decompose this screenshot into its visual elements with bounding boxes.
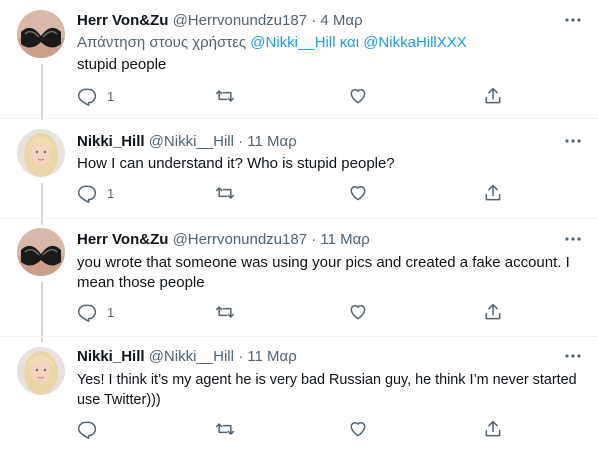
reply-button[interactable]: 1: [77, 183, 114, 203]
author-handle[interactable]: @Herrvonundzu187: [173, 231, 307, 248]
separator-dot: ·: [311, 231, 317, 248]
author-name[interactable]: Herr Von&Zu: [77, 12, 168, 29]
tweet-text-line: mean those people: [77, 274, 205, 291]
tweet-header: Nikki_Hill @Nikki__Hill · 11 Μαρ: [77, 347, 297, 367]
like-icon: [348, 419, 368, 439]
like-button[interactable]: [348, 419, 368, 439]
retweet-button[interactable]: [215, 419, 235, 439]
reply-context: Απάντηση στους χρήστες @Nikki__Hill και …: [77, 33, 467, 53]
like-icon: [348, 183, 368, 203]
share-icon: [483, 86, 503, 106]
mention-link[interactable]: @Nikki__Hill: [250, 34, 335, 51]
tweet[interactable]: Nikki_Hill @Nikki__Hill · 11 Μαρ Yes! I …: [0, 337, 598, 449]
reply-count: 1: [107, 185, 115, 201]
tweet[interactable]: Herr Von&Zu @Herrvonundzu187 · 4 Μαρ Απά…: [0, 0, 598, 118]
retweet-button[interactable]: [215, 302, 235, 322]
tweet-text-line: Yes! I think it’s my agent he is very ba…: [77, 372, 577, 388]
tweet-date[interactable]: 4 Μαρ: [320, 12, 362, 29]
separator-dot: ·: [238, 348, 244, 365]
mention-link[interactable]: @NikkaHillXXX: [363, 34, 467, 51]
action-bar: 1: [77, 302, 517, 322]
tweet-text: you wrote that someone was using your pi…: [77, 253, 577, 293]
retweet-icon: [215, 302, 235, 322]
like-button[interactable]: [348, 183, 368, 203]
tweet-date[interactable]: 11 Μαρ: [320, 231, 369, 248]
share-icon: [483, 183, 503, 203]
share-button[interactable]: [483, 183, 503, 203]
retweet-icon: [215, 86, 235, 106]
avatar[interactable]: [17, 129, 65, 177]
reply-count: 1: [107, 304, 115, 320]
tweet-header: Nikki_Hill @Nikki__Hill · 11 Μαρ: [77, 132, 297, 152]
share-icon: [483, 419, 503, 439]
author-handle[interactable]: @Herrvonundzu187: [173, 12, 307, 29]
author-name[interactable]: Nikki_Hill: [77, 133, 145, 150]
more-icon[interactable]: [560, 131, 586, 151]
author-handle[interactable]: @Nikki__Hill: [149, 348, 234, 365]
action-bar: 1: [77, 86, 517, 106]
tweet-text: Yes! I think it’s my agent he is very ba…: [77, 370, 577, 410]
tweet[interactable]: Herr Von&Zu @Herrvonundzu187 · 11 Μαρ yo…: [0, 219, 598, 336]
avatar[interactable]: [17, 347, 65, 395]
reply-icon: [77, 419, 97, 439]
action-bar: 1: [77, 183, 517, 203]
author-handle[interactable]: @Nikki__Hill: [149, 133, 234, 150]
tweet-text-line: you wrote that someone was using your pi…: [77, 254, 570, 271]
like-button[interactable]: [348, 302, 368, 322]
like-icon: [348, 302, 368, 322]
tweet-text-line: use Twitter))): [77, 392, 161, 408]
tweet-header: Herr Von&Zu @Herrvonundzu187 · 11 Μαρ: [77, 230, 370, 250]
avatar[interactable]: [17, 228, 65, 276]
reply-count: 1: [107, 88, 115, 104]
action-bar: [77, 419, 517, 439]
share-button[interactable]: [483, 302, 503, 322]
reply-button[interactable]: 1: [77, 302, 114, 322]
share-button[interactable]: [483, 86, 503, 106]
like-icon: [348, 86, 368, 106]
reply-icon: [77, 86, 97, 106]
more-icon[interactable]: [560, 10, 586, 30]
reply-icon: [77, 302, 97, 322]
author-name[interactable]: Herr Von&Zu: [77, 231, 168, 248]
separator-dot: ·: [311, 12, 317, 29]
reply-button[interactable]: 1: [77, 86, 114, 106]
reply-prefix: Απάντηση στους χρήστες: [77, 34, 247, 51]
author-name[interactable]: Nikki_Hill: [77, 348, 145, 365]
avatar[interactable]: [17, 10, 65, 58]
tweet-header: Herr Von&Zu @Herrvonundzu187 · 4 Μαρ: [77, 11, 363, 31]
retweet-button[interactable]: [215, 183, 235, 203]
like-button[interactable]: [348, 86, 368, 106]
tweet-date[interactable]: 11 Μαρ: [247, 348, 296, 365]
retweet-icon: [215, 419, 235, 439]
mention-conjunction: και: [339, 34, 360, 51]
share-button[interactable]: [483, 419, 503, 439]
separator-dot: ·: [238, 133, 244, 150]
reply-button[interactable]: [77, 419, 97, 439]
tweet-text: How I can understand it? Who is stupid p…: [77, 155, 395, 172]
retweet-icon: [215, 183, 235, 203]
tweet-text: stupid people: [77, 56, 167, 73]
more-icon[interactable]: [560, 229, 586, 249]
more-icon[interactable]: [560, 346, 586, 366]
tweet-date[interactable]: 11 Μαρ: [247, 133, 296, 150]
retweet-button[interactable]: [215, 86, 235, 106]
tweet[interactable]: Nikki_Hill @Nikki__Hill · 11 Μαρ How I c…: [0, 119, 598, 218]
share-icon: [483, 302, 503, 322]
reply-icon: [77, 183, 97, 203]
